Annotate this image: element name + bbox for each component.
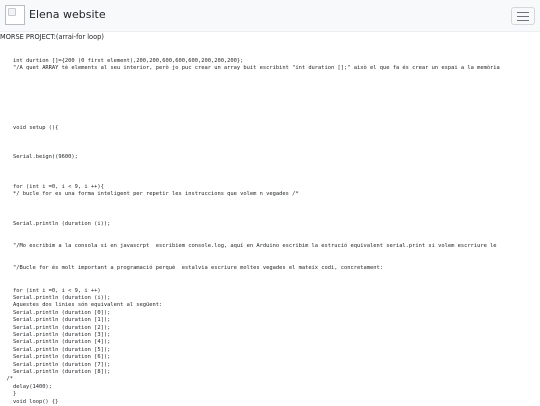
code-line: Serial.beign((9600); xyxy=(0,154,78,161)
code-line: Serial.println (duration [4]); xyxy=(0,339,111,346)
navbar-toggler-button[interactable] xyxy=(511,7,535,25)
code-line: Serial.println (duration [2]); xyxy=(0,324,111,331)
code-line: delay(1400); xyxy=(0,383,52,390)
hamburger-menu-icon xyxy=(517,12,529,21)
code-line: for (int i =0, i < 9, i ++) xyxy=(0,287,101,294)
broken-image-icon xyxy=(5,5,25,25)
page-title: MORSE PROJECT:(arrai-for loop) xyxy=(0,33,104,41)
navbar: Elena website xyxy=(0,0,540,32)
code-line: for (int i =0, i < 9, i ++){ xyxy=(0,183,104,190)
code-line: void loop() {} xyxy=(0,398,59,405)
brand-name: Elena website xyxy=(29,8,106,21)
code-line: } xyxy=(0,391,17,398)
code-line: Serial.println (duration [7]); xyxy=(0,361,111,368)
code-line: "/Bucle for és molt important a programa… xyxy=(0,265,383,272)
code-line: */ bucle for es una forma inteligent per… xyxy=(0,191,299,198)
code-line: Serial.println (duration [5]); xyxy=(0,346,111,353)
code-line: Aquestes dos linies són equivalent al se… xyxy=(0,302,163,309)
code-block: int durtion []={200 (0 first element),20… xyxy=(0,58,540,406)
code-line: "/Mo escribim a la consola si en javascr… xyxy=(0,243,497,250)
code-line: Serial.println (duration [0]); xyxy=(0,309,111,316)
code-line: Serial.println (duration [8]); xyxy=(0,369,111,376)
code-line: /* xyxy=(0,376,13,383)
code-line: void setup (){ xyxy=(0,124,59,131)
code-line: "/A quet ARRAY tè elements al seu interi… xyxy=(0,65,500,72)
code-line: Serial.println (duration (i)); xyxy=(0,295,111,301)
code-line: Serial.println (duration [6]); xyxy=(0,354,111,361)
code-line: Serial.println (duration [3]); xyxy=(0,332,111,339)
code-line: Serial.println (duration (i)); xyxy=(0,220,111,227)
brand-link[interactable]: Elena website xyxy=(5,5,106,25)
code-line: int durtion []={200 (0 first element),20… xyxy=(0,58,244,64)
code-line: Serial.println (duration [1]); xyxy=(0,317,111,324)
